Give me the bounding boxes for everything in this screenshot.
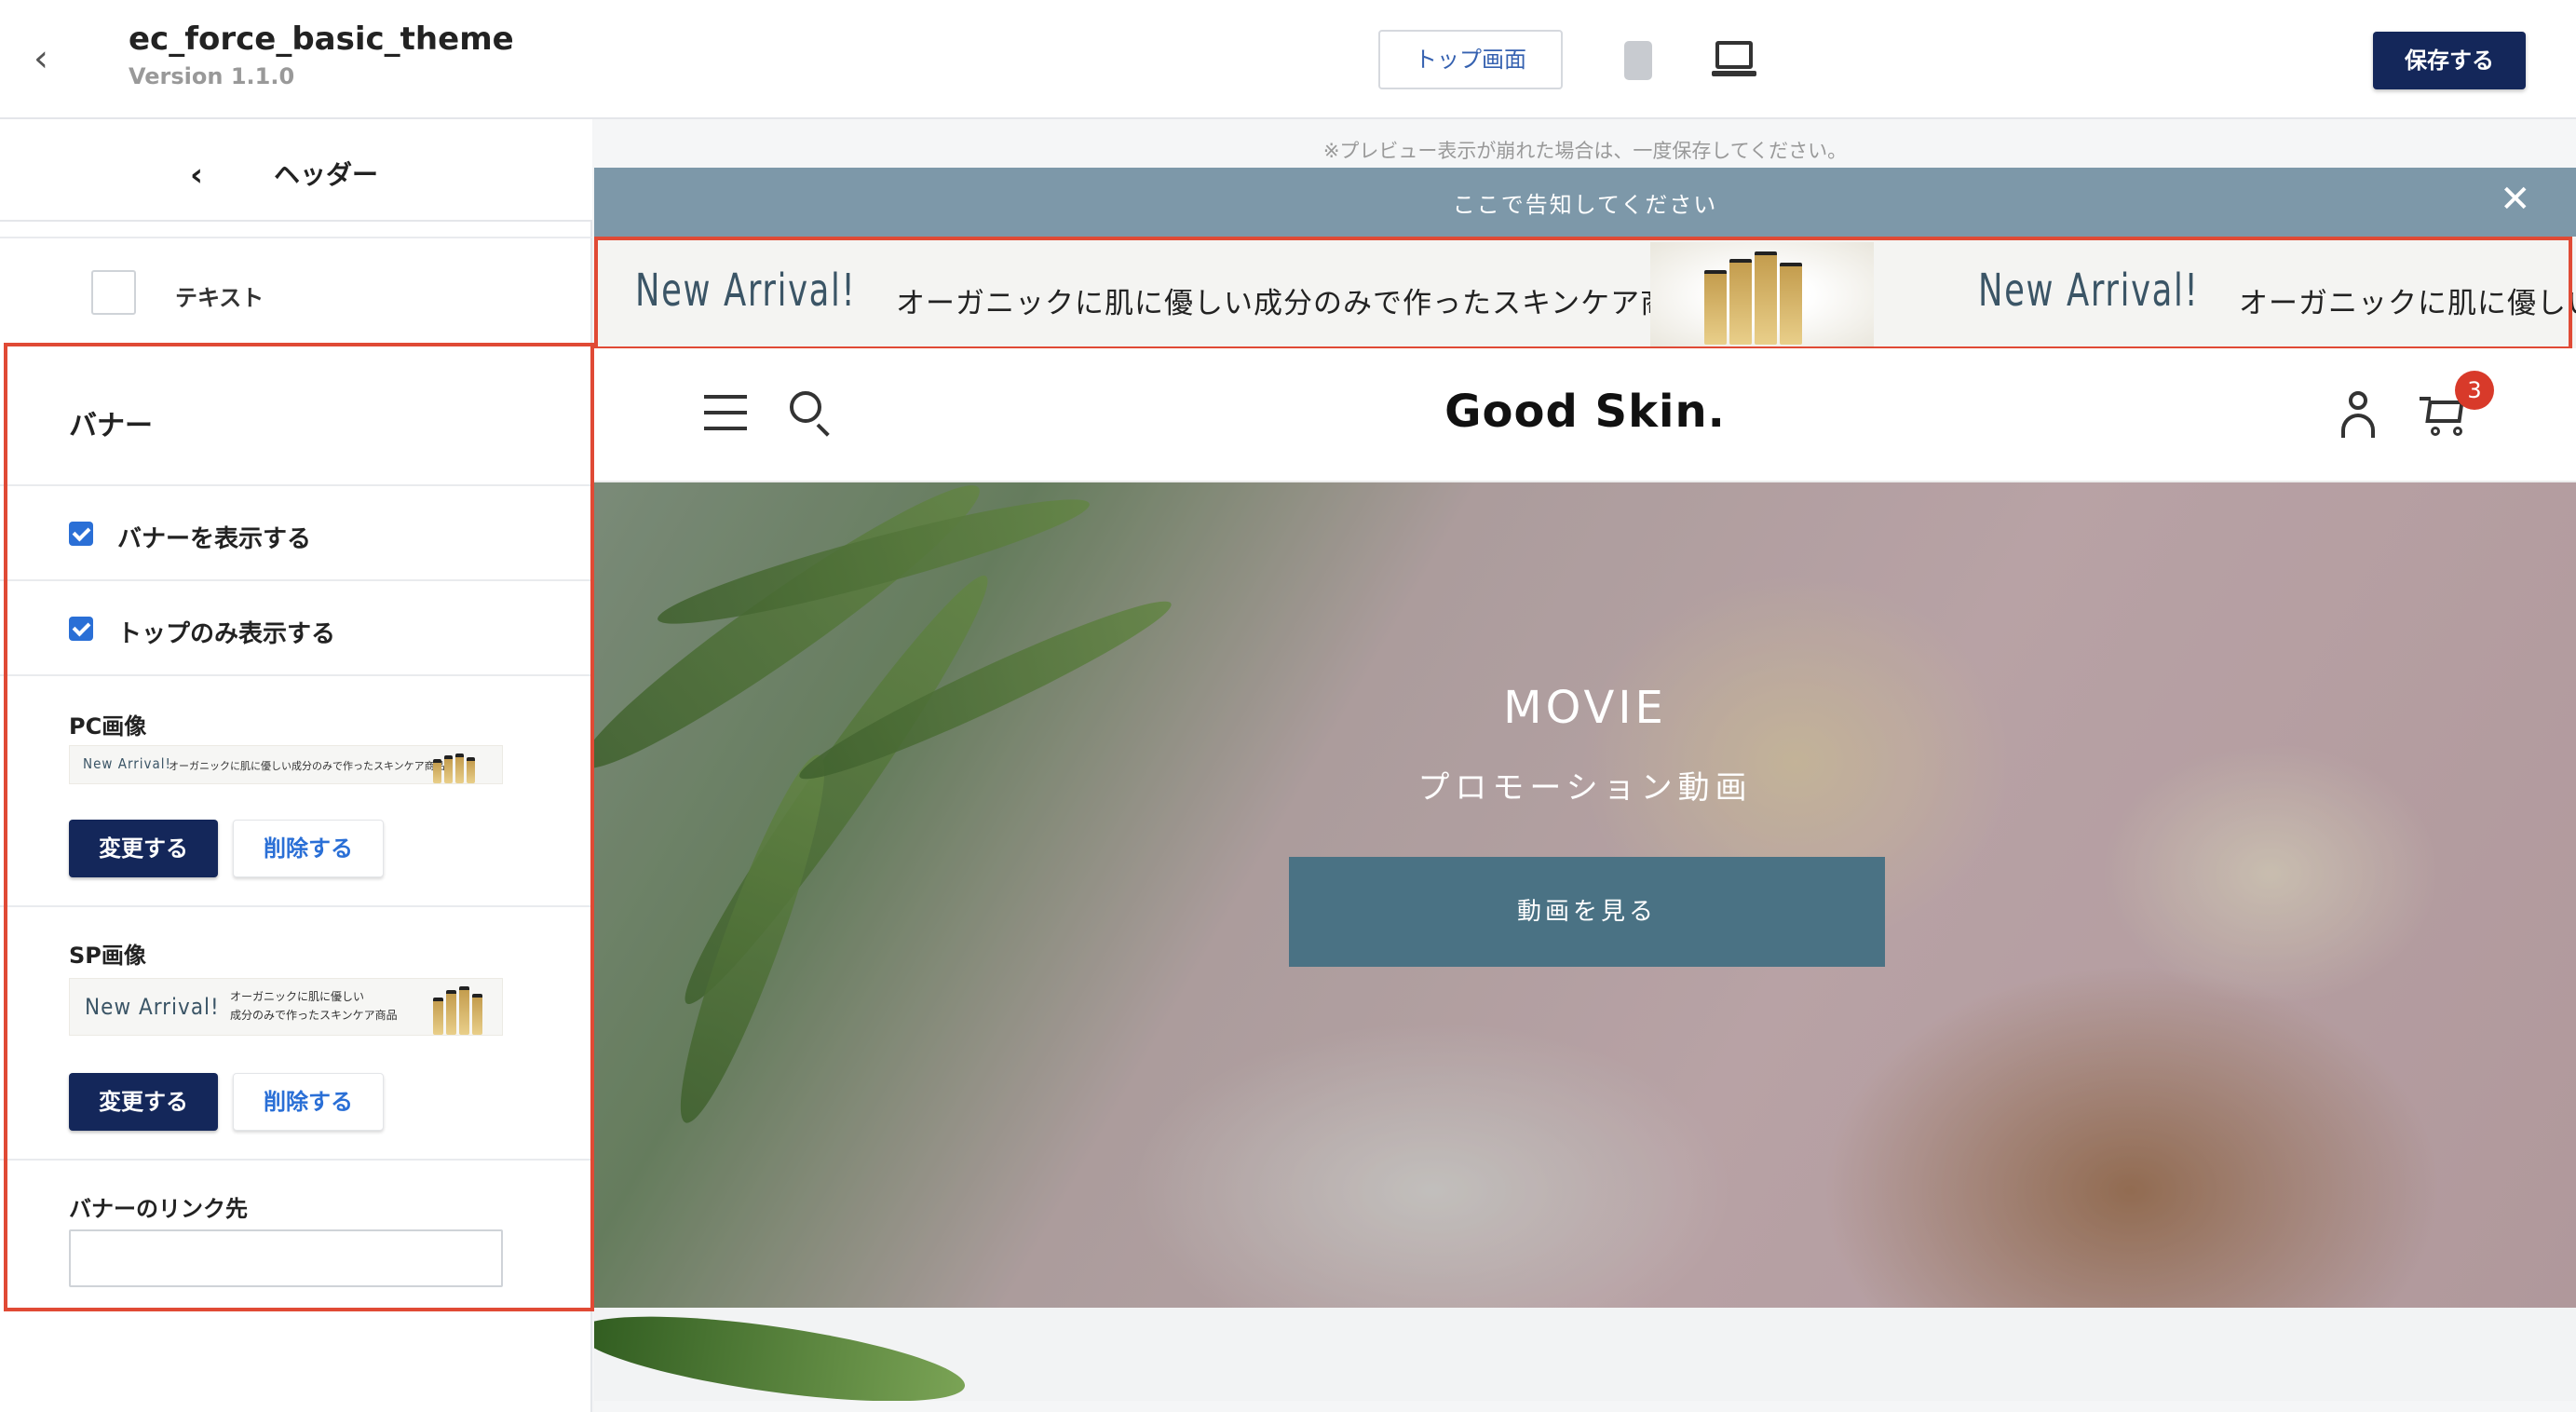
- hero-title: MOVIE: [1503, 682, 1667, 734]
- promo-title: New Arrival!: [1978, 265, 2200, 317]
- cart-count-badge: 3: [2455, 371, 2494, 410]
- products-image: [1650, 242, 1874, 348]
- top-bar: [0, 0, 2576, 119]
- text-option-label: テキスト: [175, 285, 264, 311]
- bottles-image: [433, 984, 482, 1035]
- sp-thumb-title: New Arrival!: [85, 994, 220, 1020]
- bottles-image: [1704, 251, 1802, 345]
- sp-thumb-line1: オーガニックに肌に優しい: [230, 990, 365, 1003]
- text-checkbox[interactable]: [91, 270, 136, 315]
- announcement-text: ここで告知してください: [1452, 192, 1718, 218]
- divider: [0, 579, 592, 581]
- banner-section-title: バナー: [69, 410, 153, 442]
- save-button[interactable]: 保存する: [2373, 32, 2526, 89]
- section-title: ヘッダー: [274, 159, 379, 190]
- pc-change-button[interactable]: 変更する: [69, 820, 218, 877]
- pc-image-thumbnail: New Arrival! オーガニックに肌に優しい成分のみで作ったスキンケア商品: [69, 745, 503, 784]
- banner-link-label: バナーのリンク先: [69, 1196, 248, 1222]
- bottles-image: [433, 752, 475, 783]
- pc-delete-button[interactable]: 削除する: [233, 820, 384, 877]
- pc-thumb-title: New Arrival!: [83, 755, 171, 772]
- theme-version: Version 1.1.0: [129, 63, 295, 89]
- sp-image-thumbnail: New Arrival! オーガニックに肌に優しい 成分のみで作ったスキンケア商…: [69, 978, 503, 1036]
- user-icon[interactable]: [2339, 391, 2377, 438]
- banner-link-input[interactable]: [69, 1229, 503, 1287]
- divider: [0, 484, 592, 486]
- watch-video-button[interactable]: 動画を見る: [1289, 857, 1885, 967]
- back-arrow-icon[interactable]: ‹: [34, 37, 67, 80]
- theme-name: ec_force_basic_theme: [129, 20, 514, 58]
- top-screen-button[interactable]: トップ画面: [1378, 30, 1563, 89]
- divider: [0, 237, 592, 238]
- divider: [0, 674, 592, 676]
- section-header: ‹ ヘッダー: [0, 119, 592, 222]
- laptop-base: [1712, 71, 1756, 76]
- pc-thumb-text: オーガニックに肌に優しい成分のみで作ったスキンケア商品: [169, 760, 445, 772]
- site-logo[interactable]: Good Skin.: [594, 386, 2576, 438]
- section-back-icon[interactable]: ‹: [190, 156, 203, 194]
- laptop-icon[interactable]: [1712, 41, 1756, 80]
- pc-image-label: PC画像: [69, 713, 147, 740]
- laptop-screen: [1715, 41, 1753, 69]
- promo-banner[interactable]: New Arrival! オーガニックに肌に優しい成分のみで作ったスキンケア商品…: [594, 237, 2576, 348]
- sp-change-button[interactable]: 変更する: [69, 1073, 218, 1131]
- divider: [0, 1159, 592, 1161]
- divider: [0, 905, 592, 907]
- promo-title: New Arrival!: [635, 265, 857, 317]
- sp-delete-button[interactable]: 削除する: [233, 1073, 384, 1131]
- next-section: [594, 1308, 2576, 1401]
- preview-note: ※プレビュー表示が崩れた場合は、一度保存してください。: [1322, 140, 1848, 162]
- show-banner-label: バナーを表示する: [117, 525, 312, 553]
- show-banner-checkbox[interactable]: [69, 522, 93, 546]
- leaf-decoration: [594, 1308, 969, 1401]
- hero-subtitle: プロモーション動画: [1417, 769, 1753, 807]
- promo-text: オーガニックに肌に優しい: [2239, 287, 2576, 320]
- top-only-checkbox[interactable]: [69, 617, 93, 641]
- promo-text: オーガニックに肌に優しい成分のみで作ったスキンケア商品: [896, 287, 1701, 320]
- top-only-label: トップのみ表示する: [117, 620, 336, 648]
- sp-image-label: SP画像: [69, 943, 146, 969]
- sp-thumb-line2: 成分のみで作ったスキンケア商品: [230, 1009, 398, 1022]
- phone-icon[interactable]: [1624, 41, 1652, 80]
- close-icon[interactable]: ✕: [2500, 181, 2531, 218]
